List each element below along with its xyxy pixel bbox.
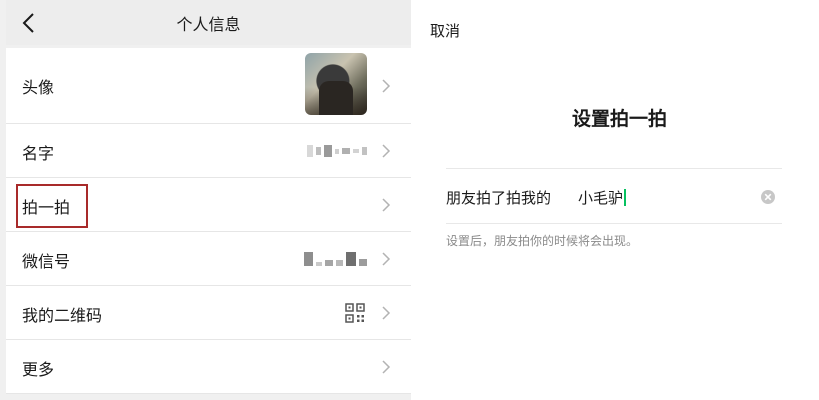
chevron-right-icon <box>382 252 391 266</box>
row-qr-code[interactable]: 我的二维码 <box>6 286 411 340</box>
row-label-more: 更多 <box>22 360 55 379</box>
wechat-id-value-redacted <box>304 252 367 266</box>
pat-highlight-annotation <box>16 184 88 228</box>
row-label-wechat-id: 微信号 <box>22 252 71 271</box>
avatar-image[interactable] <box>305 53 367 115</box>
row-label-avatar: 头像 <box>22 78 55 97</box>
name-value-redacted <box>307 145 367 157</box>
row-label-qr-code: 我的二维码 <box>22 306 103 325</box>
nav-header: 个人信息 <box>6 0 411 45</box>
pat-prefix-text: 朋友拍了拍我的 <box>446 189 552 207</box>
page-title: 个人信息 <box>176 15 241 34</box>
dialog-title: 设置拍一拍 <box>571 108 667 130</box>
row-name[interactable]: 名字 <box>6 124 411 178</box>
row-label-name: 名字 <box>22 144 55 163</box>
chevron-right-icon <box>382 360 391 374</box>
pat-suffix-input-row[interactable]: 朋友拍了拍我的 小毛驴 <box>446 168 782 224</box>
row-wechat-id[interactable]: 微信号 <box>6 232 411 286</box>
chevron-right-icon <box>382 144 391 158</box>
pat-suffix-value: 小毛驴 <box>578 189 624 207</box>
pat-suffix-input[interactable]: 小毛驴 <box>578 187 627 208</box>
row-more[interactable]: 更多 <box>6 340 411 394</box>
set-pat-screen: 取消 设置拍一拍 朋友拍了拍我的 小毛驴 设置后，朋友拍你的时候将会出现。 <box>420 0 819 400</box>
clear-input-icon[interactable] <box>760 189 776 205</box>
pat-hint-text: 设置后，朋友拍你的时候将会出现。 <box>446 234 639 248</box>
text-caret <box>624 189 627 206</box>
chevron-right-icon <box>382 306 391 320</box>
qr-code-icon <box>345 303 365 323</box>
chevron-right-icon <box>382 79 391 93</box>
chevron-right-icon <box>382 198 391 212</box>
cancel-button[interactable]: 取消 <box>430 20 460 41</box>
row-avatar[interactable]: 头像 <box>6 48 411 124</box>
personal-info-screen: 个人信息 头像 名字 拍一拍 微信号 我的二维码 更多 <box>0 0 411 400</box>
